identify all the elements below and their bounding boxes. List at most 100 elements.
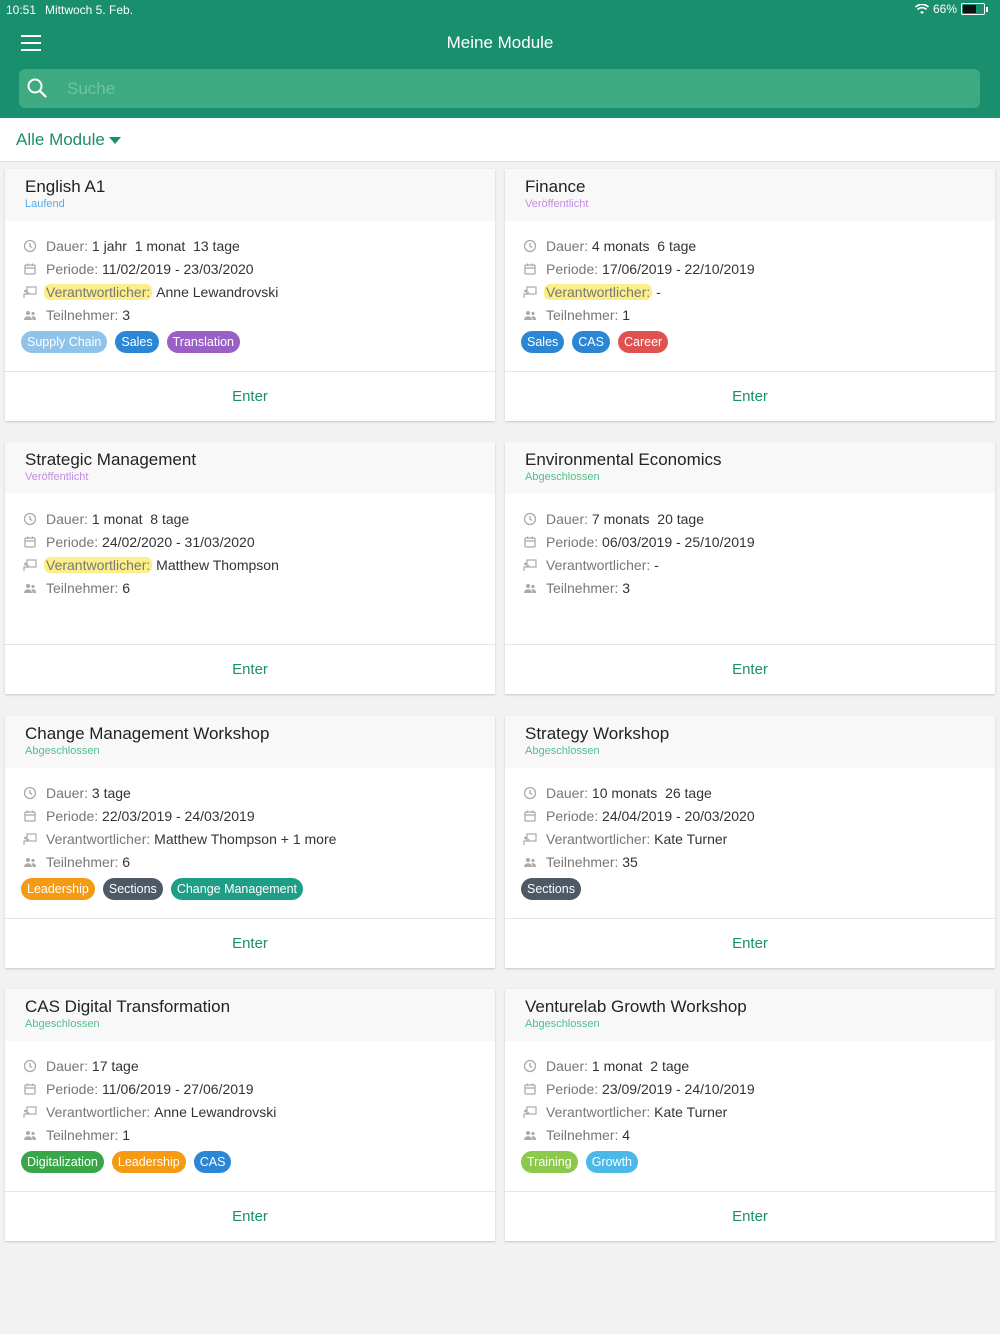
dauer-label: Dauer: — [46, 237, 92, 254]
module-card: CAS Digital Transformation Abgeschlossen… — [5, 989, 495, 1241]
verantwortlicher-label: Verantwortlicher: — [44, 556, 153, 573]
tag-list: Sections — [521, 878, 581, 900]
periode-label: Periode: — [46, 1080, 103, 1097]
teilnehmer-value: 1 — [122, 1126, 131, 1143]
enter-button[interactable]: Enter — [5, 371, 495, 421]
people-icon — [523, 855, 537, 869]
teilnehmer-row: Teilnehmer: 6 — [23, 576, 279, 599]
verantwortlicher-label: Verantwortlicher: — [544, 283, 653, 300]
teilnehmer-label: Teilnehmer: — [546, 579, 623, 596]
module-card: English A1 Laufend Dauer: 1 jahr 1 monat… — [5, 169, 495, 421]
filter-bar: Alle Module — [0, 118, 1000, 162]
card-header: English A1 Laufend — [5, 169, 495, 221]
periode-label: Periode: — [546, 260, 603, 277]
card-header: Finance Veröffentlicht — [505, 169, 995, 221]
people-icon — [23, 308, 37, 322]
verantwortlicher-row: Verantwortlicher: - — [523, 280, 755, 303]
periode-label: Periode: — [46, 807, 103, 824]
module-card: Finance Veröffentlicht Dauer: 4 monats 6… — [505, 169, 995, 421]
people-icon — [523, 581, 537, 595]
people-icon — [523, 1128, 537, 1142]
verantwortlicher-value: - — [652, 283, 661, 300]
verantwortlicher-label: Verantwortlicher: — [546, 556, 651, 573]
module-details: Dauer: 3 tage Periode: 22/03/2019 - 24/0… — [23, 781, 336, 873]
module-card: Venturelab Growth Workshop Abgeschlossen… — [505, 989, 995, 1241]
enter-button[interactable]: Enter — [505, 1191, 995, 1241]
search-icon — [27, 78, 47, 98]
dauer-row: Dauer: 7 monats 20 tage — [523, 507, 755, 530]
dauer-row: Dauer: 17 tage — [23, 1054, 276, 1077]
dauer-row: Dauer: 4 monats 6 tage — [523, 234, 755, 257]
verantwortlicher-value: Anne Lewandrovski — [150, 1103, 277, 1120]
status-indicators: 66% — [914, 2, 988, 16]
periode-value: 24/04/2019 - 20/03/2020 — [602, 807, 755, 824]
verantwortlicher-row: Verantwortlicher: Anne Lewandrovski — [23, 280, 278, 303]
tag-badge: Supply Chain — [21, 331, 108, 353]
teilnehmer-label: Teilnehmer: — [46, 853, 123, 870]
periode-row: Periode: 24/04/2019 - 20/03/2020 — [523, 804, 755, 827]
tag-badge: CAS — [572, 331, 610, 353]
teilnehmer-row: Teilnehmer: 3 — [523, 576, 755, 599]
module-title: CAS Digital Transformation — [25, 997, 231, 1016]
tag-badge: CAS — [193, 1151, 232, 1173]
periode-label: Periode: — [46, 533, 103, 550]
clock-icon — [523, 1059, 537, 1073]
teilnehmer-label: Teilnehmer: — [546, 1126, 623, 1143]
verantwortlicher-value: Kate Turner — [650, 1103, 728, 1120]
periode-row: Periode: 11/02/2019 - 23/03/2020 — [23, 257, 278, 280]
status-bar: 10:51 Mittwoch 5. Feb. 66% — [0, 0, 1000, 20]
search-bar[interactable] — [19, 69, 980, 108]
dauer-row: Dauer: 1 monat 8 tage — [23, 507, 279, 530]
enter-button[interactable]: Enter — [5, 644, 495, 694]
enter-button[interactable]: Enter — [5, 1191, 495, 1241]
module-details: Dauer: 1 jahr 1 monat 13 tage Periode: 1… — [23, 234, 278, 326]
dauer-label: Dauer: — [46, 784, 92, 801]
teilnehmer-value: 1 — [622, 306, 631, 323]
page-title: Meine Module — [446, 33, 554, 52]
module-status: Veröffentlicht — [25, 471, 89, 483]
enter-button[interactable]: Enter — [505, 918, 995, 968]
tag-list: Training Growth — [521, 1151, 638, 1173]
teilnehmer-row: Teilnehmer: 3 — [23, 303, 278, 326]
presenter-icon — [523, 558, 537, 572]
module-title: English A1 — [25, 177, 106, 196]
module-card: Strategic Management Veröffentlicht Daue… — [5, 442, 495, 694]
dauer-label: Dauer: — [546, 1057, 592, 1074]
card-header: Change Management Workshop Abgeschlossen — [5, 716, 495, 768]
presenter-icon — [523, 1105, 537, 1119]
search-input[interactable] — [65, 73, 969, 105]
module-status: Veröffentlicht — [525, 198, 589, 210]
clock-icon — [23, 512, 37, 526]
module-status: Abgeschlossen — [525, 1018, 600, 1030]
enter-button[interactable]: Enter — [505, 644, 995, 694]
calendar-icon — [23, 1082, 37, 1096]
periode-row: Periode: 17/06/2019 - 22/10/2019 — [523, 257, 755, 280]
verantwortlicher-value: Matthew Thompson — [152, 556, 279, 573]
verantwortlicher-value: Matthew Thompson + 1 more — [150, 830, 337, 847]
presenter-icon — [523, 285, 537, 299]
module-filter-dropdown[interactable]: Alle Module — [16, 130, 121, 150]
enter-button[interactable]: Enter — [5, 918, 495, 968]
teilnehmer-row: Teilnehmer: 6 — [23, 850, 336, 873]
filter-label: Alle Module — [16, 130, 105, 149]
clock-icon — [523, 239, 537, 253]
enter-button[interactable]: Enter — [505, 371, 995, 421]
teilnehmer-label: Teilnehmer: — [546, 853, 623, 870]
periode-value: 06/03/2019 - 25/10/2019 — [602, 533, 755, 550]
dauer-value: 1 jahr 1 monat 13 tage — [91, 237, 240, 254]
teilnehmer-value: 4 — [622, 1126, 631, 1143]
tag-list: Digitalization Leadership CAS — [21, 1151, 232, 1173]
dauer-row: Dauer: 10 monats 26 tage — [523, 781, 755, 804]
periode-label: Periode: — [46, 260, 103, 277]
tag-badge: Digitalization — [21, 1151, 104, 1173]
dauer-label: Dauer: — [546, 510, 592, 527]
periode-value: 23/09/2019 - 24/10/2019 — [602, 1080, 755, 1097]
teilnehmer-value: 6 — [122, 853, 131, 870]
tag-list: Supply Chain Sales Translation — [21, 331, 241, 353]
teilnehmer-label: Teilnehmer: — [46, 1126, 123, 1143]
dauer-label: Dauer: — [546, 784, 592, 801]
verantwortlicher-row: Verantwortlicher: Anne Lewandrovski — [23, 1100, 276, 1123]
dauer-label: Dauer: — [46, 510, 92, 527]
tag-badge: Sections — [102, 878, 163, 900]
card-header: Strategy Workshop Abgeschlossen — [505, 716, 995, 768]
